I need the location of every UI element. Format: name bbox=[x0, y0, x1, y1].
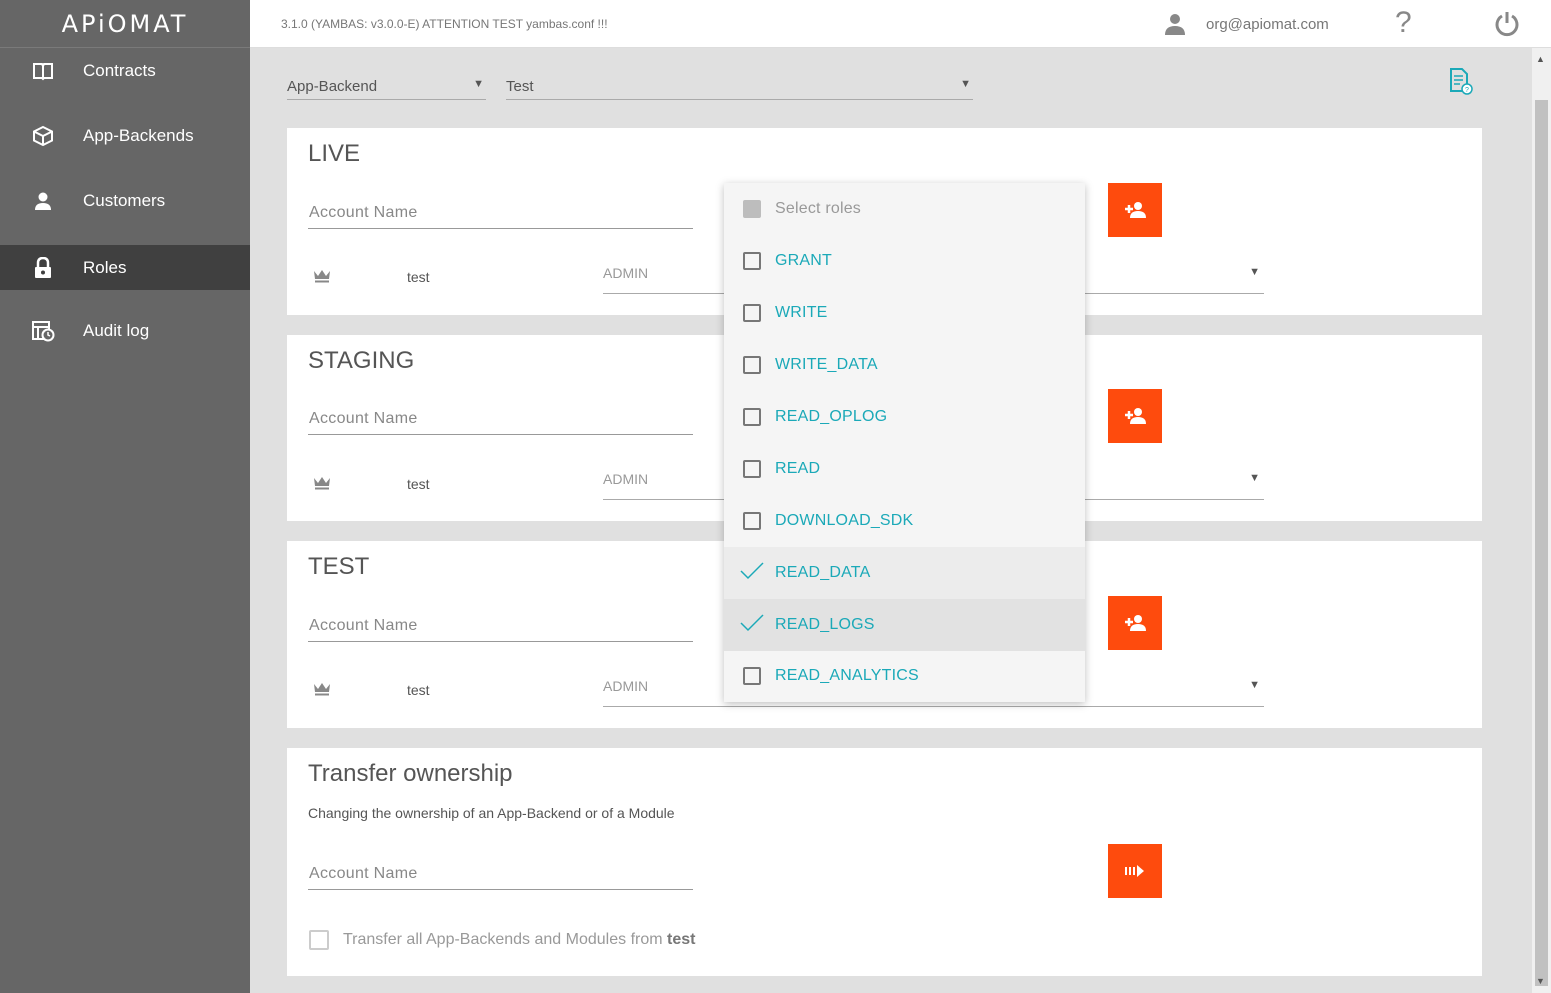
section-title: STAGING bbox=[308, 347, 415, 374]
role-select-value: ADMIN bbox=[603, 678, 649, 694]
sidebar-item-contracts[interactable]: Contracts bbox=[0, 48, 250, 93]
checkbox[interactable] bbox=[743, 667, 761, 685]
roles-dropdown: Select roles GRANT WRITE WRITE_DATA READ… bbox=[724, 183, 1085, 702]
transfer-all-checkbox[interactable] bbox=[309, 930, 329, 950]
checkbox[interactable] bbox=[743, 304, 761, 322]
book-icon bbox=[31, 59, 55, 83]
scroll-down-icon[interactable]: ▼ bbox=[1536, 976, 1545, 986]
section-title: TEST bbox=[308, 553, 370, 580]
account-name-placeholder: Account Name bbox=[309, 617, 418, 634]
transfer-source-name: test bbox=[667, 931, 696, 948]
type-select[interactable]: App-Backend ▼ bbox=[287, 62, 486, 100]
person-icon bbox=[31, 189, 55, 213]
member-name: test bbox=[407, 269, 430, 285]
account-name-placeholder: Account Name bbox=[309, 204, 418, 221]
role-option-download-sdk[interactable]: DOWNLOAD_SDK bbox=[724, 495, 1085, 547]
dropdown-arrow-icon: ▼ bbox=[1249, 472, 1260, 484]
add-user-icon bbox=[1125, 615, 1146, 631]
transfer-all-checkbox-row[interactable]: Transfer all App-Backends and Modules fr… bbox=[309, 930, 695, 950]
role-option-write-data[interactable]: WRITE_DATA bbox=[724, 339, 1085, 391]
add-user-button[interactable] bbox=[1108, 389, 1162, 443]
sidebar-item-label: Contracts bbox=[83, 60, 156, 80]
role-select-value: ADMIN bbox=[603, 265, 649, 281]
role-option-read-analytics[interactable]: READ_ANALYTICS bbox=[724, 650, 1085, 702]
checkbox-indeterminate bbox=[743, 200, 761, 218]
account-name-input[interactable]: Account Name bbox=[308, 602, 693, 642]
add-user-icon bbox=[1125, 202, 1146, 218]
checkbox[interactable] bbox=[743, 460, 761, 478]
scrollbar[interactable]: ▲ ▼ bbox=[1532, 48, 1551, 993]
scroll-thumb[interactable] bbox=[1535, 100, 1548, 986]
power-icon[interactable] bbox=[1494, 10, 1520, 43]
sidebar-item-roles[interactable]: Roles bbox=[0, 245, 250, 290]
cube-icon bbox=[31, 124, 55, 148]
account-name-placeholder: Account Name bbox=[309, 865, 418, 882]
backend-select-value: Test bbox=[506, 78, 534, 95]
add-user-button[interactable] bbox=[1108, 596, 1162, 650]
checkbox[interactable] bbox=[743, 356, 761, 374]
scroll-up-icon[interactable]: ▲ bbox=[1536, 54, 1545, 64]
add-user-icon bbox=[1125, 408, 1146, 424]
crown-icon bbox=[313, 681, 331, 702]
svg-text:?: ? bbox=[1465, 87, 1469, 94]
member-name: test bbox=[407, 682, 430, 698]
dropdown-arrow-icon: ▼ bbox=[960, 78, 971, 90]
select-roles-header[interactable]: Select roles bbox=[724, 183, 1085, 235]
sidebar-item-audit-log[interactable]: Audit log bbox=[0, 308, 250, 353]
role-option-read-data[interactable]: READ_DATA bbox=[724, 547, 1085, 599]
section-title: Transfer ownership bbox=[308, 760, 513, 787]
account-name-input[interactable]: Account Name bbox=[308, 850, 693, 890]
transfer-arrow-icon bbox=[1125, 865, 1144, 877]
dropdown-arrow-icon: ▼ bbox=[1249, 266, 1260, 278]
apiomat-logo: APiOMAT bbox=[61, 11, 188, 37]
role-option-read-logs[interactable]: READ_LOGS bbox=[724, 599, 1085, 651]
checkbox[interactable] bbox=[743, 252, 761, 270]
role-option-read-oplog[interactable]: READ_OPLOG bbox=[724, 391, 1085, 443]
user-icon[interactable] bbox=[1163, 12, 1187, 41]
checkbox[interactable] bbox=[743, 512, 761, 530]
type-select-value: App-Backend bbox=[287, 78, 378, 95]
transfer-all-label: Transfer all App-Backends and Modules fr… bbox=[343, 931, 696, 948]
sidebar-item-customers[interactable]: Customers bbox=[0, 178, 250, 223]
lock-icon bbox=[31, 256, 55, 280]
section-title: LIVE bbox=[308, 140, 361, 167]
header: 3.1.0 (YAMBAS: v3.0.0-E) ATTENTION TEST … bbox=[250, 0, 1551, 48]
sidebar-item-label: App-Backends bbox=[83, 125, 194, 145]
sidebar: APiOMAT Contracts App-Backends Customers… bbox=[0, 0, 250, 993]
account-name-input[interactable]: Account Name bbox=[308, 395, 693, 435]
checkmark-icon[interactable] bbox=[740, 561, 764, 585]
role-option-write[interactable]: WRITE bbox=[724, 287, 1085, 339]
add-user-button[interactable] bbox=[1108, 183, 1162, 237]
section-transfer-ownership: Transfer ownership Changing the ownershi… bbox=[287, 748, 1482, 976]
crown-icon bbox=[313, 475, 331, 496]
crown-icon bbox=[313, 268, 331, 289]
documentation-icon[interactable]: ? bbox=[1448, 67, 1474, 100]
checkbox[interactable] bbox=[743, 408, 761, 426]
audit-log-icon bbox=[31, 319, 55, 343]
sidebar-item-label: Audit log bbox=[83, 320, 150, 340]
transfer-button[interactable] bbox=[1108, 844, 1162, 898]
svg-text:APiOMAT: APiOMAT bbox=[61, 11, 188, 37]
account-name-input[interactable]: Account Name bbox=[308, 189, 693, 229]
checkmark-icon[interactable] bbox=[740, 613, 764, 637]
help-icon[interactable]: ? bbox=[1395, 6, 1412, 40]
role-option-grant[interactable]: GRANT bbox=[724, 235, 1085, 287]
sidebar-item-label: Customers bbox=[83, 190, 166, 210]
user-email[interactable]: org@apiomat.com bbox=[1206, 16, 1329, 33]
logo[interactable]: APiOMAT bbox=[0, 0, 250, 48]
dropdown-arrow-icon: ▼ bbox=[473, 78, 484, 90]
role-option-read[interactable]: READ bbox=[724, 443, 1085, 495]
sidebar-item-label: Roles bbox=[83, 257, 127, 277]
role-select-value: ADMIN bbox=[603, 471, 649, 487]
account-name-placeholder: Account Name bbox=[309, 410, 418, 427]
transfer-description: Changing the ownership of an App-Backend… bbox=[308, 805, 675, 821]
version-text: 3.1.0 (YAMBAS: v3.0.0-E) ATTENTION TEST … bbox=[281, 17, 608, 31]
dropdown-arrow-icon: ▼ bbox=[1249, 679, 1260, 691]
backend-select[interactable]: Test ▼ bbox=[506, 62, 973, 100]
member-name: test bbox=[407, 476, 430, 492]
sidebar-item-app-backends[interactable]: App-Backends bbox=[0, 113, 250, 158]
